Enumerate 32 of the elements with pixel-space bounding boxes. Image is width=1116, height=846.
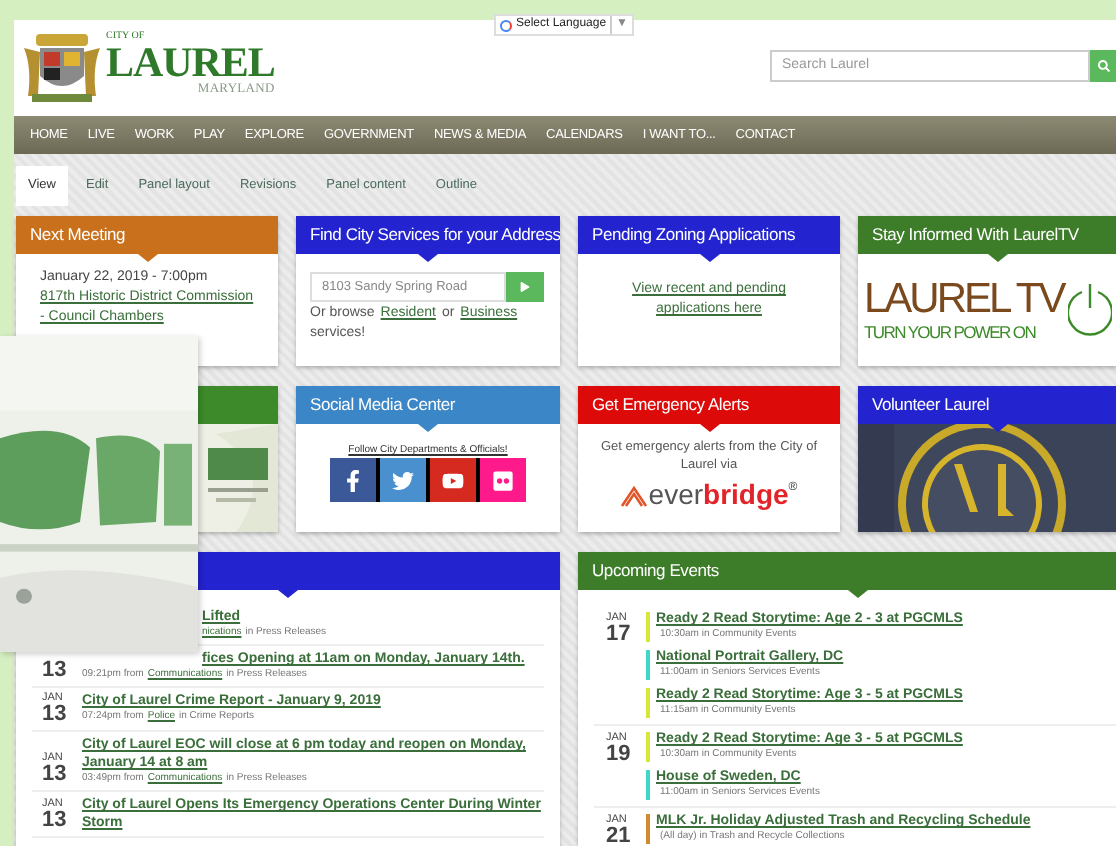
twitter-icon[interactable] [380, 458, 426, 502]
search-icon [1097, 59, 1109, 71]
logo-text: ever [648, 480, 704, 508]
waves-icon [620, 484, 649, 508]
date-day: 13 [42, 764, 67, 786]
logo-text: bridge [703, 480, 789, 508]
panel-title: Next Meeting [30, 222, 126, 248]
date-day: 17 [606, 624, 631, 646]
panel-title: Get Emergency Alerts [592, 392, 749, 418]
panel-title: Volunteer Laurel [872, 392, 990, 418]
power-icon [1067, 280, 1112, 340]
youtube-icon[interactable] [430, 458, 476, 502]
date-day: 13 [42, 660, 67, 682]
panel-title: Stay Informed With LaurelTV [872, 222, 1079, 248]
panel-title: Social Media Center [310, 392, 455, 418]
header-notch [278, 590, 298, 598]
panel-title: Find City Services for your Address [310, 222, 560, 248]
logo-slogan: TURN YOUR POWER ON [864, 324, 1038, 342]
date-day: 19 [606, 744, 631, 766]
date-day: 13 [42, 810, 67, 832]
flickr-icon[interactable] [480, 458, 526, 502]
logo-name: LAUREL [106, 42, 275, 85]
google-icon [500, 19, 512, 31]
logo-text: LAUREL TV [864, 278, 1064, 321]
date-day: 13 [42, 704, 67, 726]
play-icon [520, 282, 530, 292]
search-button[interactable] [1090, 49, 1116, 81]
date-day: 21 [606, 826, 631, 846]
panel-title: Upcoming Events [592, 558, 719, 584]
go-button[interactable] [506, 272, 544, 302]
panel-title: Pending Zoning Applications [592, 222, 796, 248]
facebook-icon[interactable] [330, 458, 376, 502]
